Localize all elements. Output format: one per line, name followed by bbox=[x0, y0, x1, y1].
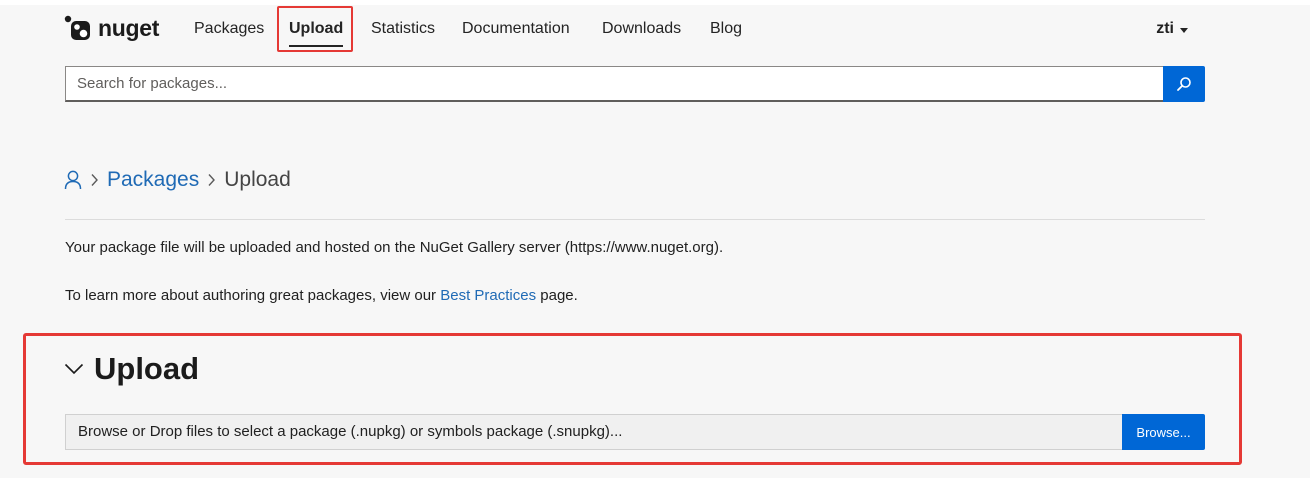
upload-file-field: Browse or Drop files to select a package… bbox=[65, 414, 1205, 450]
best-practices-suffix: page. bbox=[536, 287, 578, 304]
breadcrumb: Packages Upload bbox=[64, 166, 291, 194]
file-drop-zone[interactable]: Browse or Drop files to select a package… bbox=[65, 414, 1122, 450]
search-bar bbox=[65, 66, 1205, 102]
search-icon bbox=[1177, 77, 1191, 91]
nuget-logo-icon bbox=[64, 15, 90, 40]
chevron-down-icon bbox=[64, 363, 84, 375]
nav-documentation[interactable]: Documentation bbox=[462, 17, 570, 41]
best-practices-prefix: To learn more about authoring great pack… bbox=[65, 287, 441, 304]
user-name: zti bbox=[1156, 20, 1174, 37]
top-strip bbox=[0, 0, 1310, 5]
divider bbox=[65, 219, 1205, 220]
user-menu[interactable]: zti bbox=[1156, 17, 1188, 41]
caret-down-icon bbox=[1180, 27, 1188, 33]
upload-section-title: Upload bbox=[94, 351, 200, 386]
nav-packages[interactable]: Packages bbox=[194, 17, 264, 41]
browse-button[interactable]: Browse... bbox=[1122, 414, 1205, 450]
person-icon[interactable] bbox=[64, 170, 82, 190]
nav-blog[interactable]: Blog bbox=[710, 17, 742, 41]
upload-section-toggle[interactable]: Upload bbox=[64, 350, 199, 388]
logo-text: nuget bbox=[98, 14, 160, 41]
nav-statistics[interactable]: Statistics bbox=[371, 17, 435, 41]
search-input[interactable] bbox=[65, 66, 1163, 102]
chevron-right-icon bbox=[90, 173, 99, 187]
nuget-logo[interactable]: nuget bbox=[64, 14, 159, 42]
chevron-right-icon bbox=[207, 173, 216, 187]
search-button[interactable] bbox=[1163, 66, 1205, 102]
best-practices-text: To learn more about authoring great pack… bbox=[65, 286, 578, 306]
nav-downloads[interactable]: Downloads bbox=[602, 17, 681, 41]
breadcrumb-current: Upload bbox=[224, 168, 291, 191]
upload-nav-highlight bbox=[277, 6, 353, 52]
best-practices-link[interactable]: Best Practices bbox=[440, 287, 536, 304]
upload-info-text: Your package file will be uploaded and h… bbox=[65, 239, 724, 256]
breadcrumb-packages-link[interactable]: Packages bbox=[107, 168, 199, 192]
